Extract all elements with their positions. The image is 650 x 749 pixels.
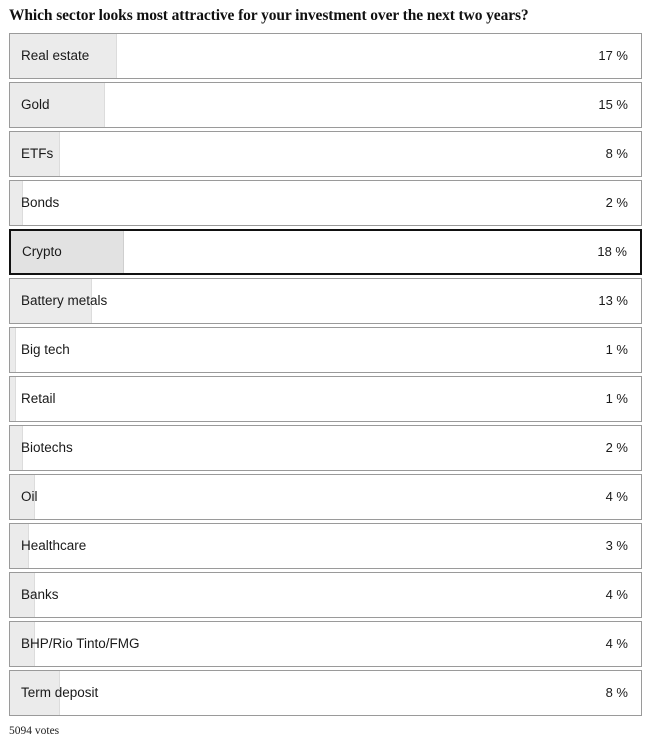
poll-option-row[interactable]: Banks 4 % xyxy=(9,571,642,618)
poll-option-row[interactable]: ETFs 8 % xyxy=(9,130,642,177)
poll-option-bar xyxy=(10,376,17,421)
poll-option-percentage: 15 % xyxy=(598,97,628,113)
poll-option-row[interactable]: Healthcare 3 % xyxy=(9,522,642,569)
poll-option-percentage: 4 % xyxy=(605,587,628,603)
poll-option-label: Healthcare xyxy=(21,538,87,554)
poll-option-label: Battery metals xyxy=(21,293,108,309)
poll-option-percentage: 4 % xyxy=(605,636,628,652)
poll-option-percentage: 1 % xyxy=(605,391,628,407)
poll-option-label: Crypto xyxy=(22,244,62,260)
poll-option-percentage: 17 % xyxy=(598,48,628,64)
poll-option-row[interactable]: Oil 4 % xyxy=(9,473,642,520)
poll-option-label: ETFs xyxy=(21,146,54,162)
poll-option-row[interactable]: Gold 15 % xyxy=(9,81,642,128)
poll-option-percentage: 18 % xyxy=(597,244,627,260)
poll-option-label: Retail xyxy=(21,391,56,407)
poll-option-bar xyxy=(10,327,17,372)
poll-option-label: Oil xyxy=(21,489,38,505)
poll-option-row[interactable]: Retail 1 % xyxy=(9,375,642,422)
poll-option-percentage: 2 % xyxy=(605,440,628,456)
poll-option-row[interactable]: BHP/Rio Tinto/FMG 4 % xyxy=(9,620,642,667)
poll-option-row[interactable]: Crypto 18 % xyxy=(9,228,642,275)
poll-option-label: Big tech xyxy=(21,342,70,358)
poll-option-row[interactable]: Battery metals 13 % xyxy=(9,277,642,324)
poll-options-list: Real estate 17 % Gold 15 % ETFs 8 % Bonds 2 % Cr… xyxy=(0,32,650,716)
poll-option-percentage: 1 % xyxy=(605,342,628,358)
poll-option-label: Gold xyxy=(21,97,50,113)
poll-option-label: Biotechs xyxy=(21,440,73,456)
poll-option-label: Real estate xyxy=(21,48,90,64)
poll-widget: Which sector looks most attractive for y… xyxy=(0,0,650,749)
poll-option-label: Term deposit xyxy=(21,685,99,701)
poll-option-percentage: 8 % xyxy=(605,146,628,162)
poll-option-label: Banks xyxy=(21,587,59,603)
poll-option-percentage: 13 % xyxy=(598,293,628,309)
poll-option-percentage: 8 % xyxy=(605,685,628,701)
poll-option-percentage: 4 % xyxy=(605,489,628,505)
page-title: Which sector looks most attractive for y… xyxy=(9,7,529,24)
total-votes-label: 5094 votes xyxy=(9,724,60,737)
poll-option-percentage: 2 % xyxy=(605,195,628,211)
poll-option-label: Bonds xyxy=(21,195,60,211)
poll-option-row[interactable]: Biotechs 2 % xyxy=(9,424,642,471)
poll-option-row[interactable]: Bonds 2 % xyxy=(9,179,642,226)
poll-option-row[interactable]: Term deposit 8 % xyxy=(9,669,642,716)
poll-option-row[interactable]: Big tech 1 % xyxy=(9,326,642,373)
poll-option-percentage: 3 % xyxy=(605,538,628,554)
poll-option-label: BHP/Rio Tinto/FMG xyxy=(21,636,140,652)
poll-option-row[interactable]: Real estate 17 % xyxy=(9,32,642,79)
